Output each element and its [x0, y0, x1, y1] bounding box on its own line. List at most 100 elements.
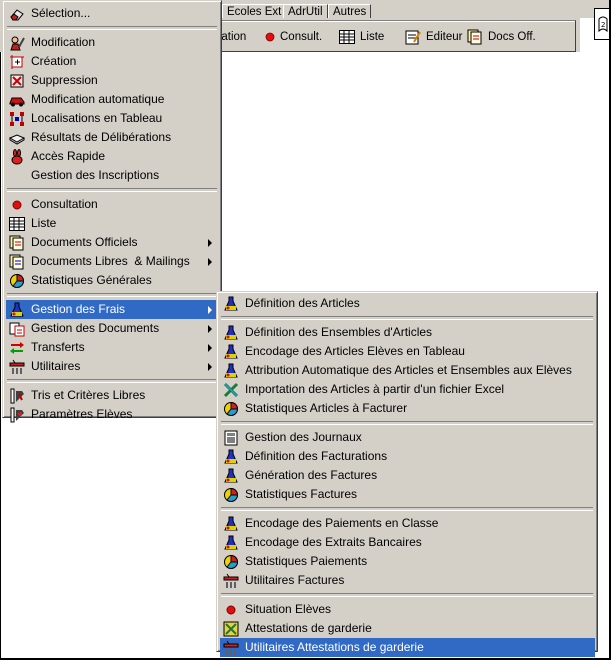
pie-chart-icon — [223, 554, 239, 570]
menu-item-label: Consultation — [31, 197, 98, 211]
menu-item-label: Documents Libres & Mailings — [31, 254, 190, 268]
submenu-item-label: Utilitaires Factures — [245, 573, 345, 587]
submenu-item-generation-factures[interactable]: Génération des Factures — [220, 466, 594, 485]
journal-icon — [223, 430, 239, 446]
menu-item-parametres-eleves[interactable]: Paramètres Elèves — [6, 405, 218, 424]
flask-icon — [223, 449, 239, 465]
menu-item-utilitaires[interactable]: Utilitaires — [6, 357, 218, 376]
transfer-arrows-icon — [9, 340, 25, 356]
menu-item-label: Transferts — [31, 340, 85, 354]
docs-off-button-label: Docs Off. — [488, 31, 536, 43]
submenu-item-situation-eleves[interactable]: Situation Elèves — [220, 600, 594, 619]
submenu-item-label: Gestion des Journaux — [245, 430, 362, 444]
menu-item-consultation[interactable]: Consultation — [6, 195, 218, 214]
flask-icon — [223, 535, 239, 551]
menu-item-localisations-tableau[interactable]: Localisations en Tableau — [6, 109, 218, 128]
submenu-item-definition-ensembles[interactable]: Définition des Ensembles d'Articles — [220, 323, 594, 342]
menu-item-label: Gestion des Inscriptions — [31, 168, 160, 182]
menu-item-label: Localisations en Tableau — [31, 111, 163, 125]
doc-manage-icon — [9, 321, 25, 337]
sort-icon — [9, 388, 25, 404]
tab-adrutil[interactable]: AdrUtil — [283, 4, 328, 19]
submenu-item-encodage-articles-tableau[interactable]: Encodage des Articles Elèves en Tableau — [220, 342, 594, 361]
rabbit-icon — [9, 149, 25, 165]
screen: Ecoles Ext AdrUtil Autres éation Consult… — [0, 0, 611, 660]
submenu-item-label: Génération des Factures — [245, 468, 378, 482]
flask-icon — [223, 468, 239, 484]
submenu-item-label: Attribution Automatique des Articles et … — [245, 363, 572, 377]
submenu-item-encodage-extraits-bancaires[interactable]: Encodage des Extraits Bancaires — [220, 533, 594, 552]
menu-item-label: Utilitaires — [31, 359, 81, 373]
menu-separator — [221, 593, 593, 597]
submenu-item-importation-excel[interactable]: Importation des Articles à partir d'un f… — [220, 380, 594, 399]
menu-item-acces-rapide[interactable]: Accès Rapide — [6, 147, 218, 166]
submenu-arrow-icon — [208, 239, 212, 247]
submenu-item-gestion-journaux[interactable]: Gestion des Journaux — [220, 428, 594, 447]
submenu-item-definition-facturations[interactable]: Définition des Facturations — [220, 447, 594, 466]
consult-button-label: Consult. — [280, 31, 323, 43]
menu-item-label: Documents Officiels — [31, 235, 138, 249]
docs-off-button[interactable]: Docs Off. — [467, 29, 536, 45]
consult-button[interactable]: Consult. — [265, 29, 322, 45]
menu-separator — [221, 421, 593, 425]
tools-icon — [9, 359, 25, 375]
submenu-arrow-icon — [208, 306, 212, 314]
submenu-item-statistiques-factures[interactable]: Statistiques Factures — [220, 485, 594, 504]
menu-item-modification[interactable]: Modification — [6, 33, 218, 52]
submenu-item-encodage-paiements-classe[interactable]: Encodage des Paiements en Classe — [220, 514, 594, 533]
menu-item-creation[interactable]: Création — [6, 52, 218, 71]
menu-item-gestion-frais[interactable]: Gestion des Frais — [6, 300, 218, 319]
menu-item-liste[interactable]: Liste — [6, 214, 218, 233]
menu-item-label: Tris et Critères Libres — [31, 388, 146, 402]
editeur-button[interactable]: Editeur — [405, 29, 462, 45]
documents-icon — [9, 235, 25, 251]
submenu-item-label: Utilitaires Attestations de garderie — [245, 640, 424, 654]
editor-icon — [405, 29, 421, 45]
submenu-item-utilitaires-attestations-garderie[interactable]: Utilitaires Attestations de garderie — [220, 638, 595, 657]
menu-item-modification-automatique[interactable]: Modification automatique — [6, 90, 218, 109]
red-dot-icon — [265, 32, 275, 42]
toolbar-panel: éation Consult. Liste Editeur Docs Off. — [214, 20, 576, 52]
tab-ecoles-ext[interactable]: Ecoles Ext — [222, 4, 287, 19]
submenu-item-utilitaires-factures[interactable]: Utilitaires Factures — [220, 571, 594, 590]
submenu-item-label: Définition des Facturations — [245, 449, 388, 463]
menu-item-gestion-documents[interactable]: Gestion des Documents — [6, 319, 218, 338]
submenu-item-statistiques-articles[interactable]: Statistiques Articles à Facturer — [220, 399, 594, 418]
menu-item-selection[interactable]: Sélection... — [6, 4, 218, 23]
submenu-item-label: Importation des Articles à partir d'un f… — [245, 382, 505, 396]
menu-item-label: Modification automatique — [31, 92, 165, 106]
flask-icon — [223, 325, 239, 341]
liste-button[interactable]: Liste — [339, 29, 384, 45]
submenu-arrow-icon — [208, 325, 212, 333]
menu-item-resultats-deliberations[interactable]: Résultats de Délibérations — [6, 128, 218, 147]
menu-item-transferts[interactable]: Transferts — [6, 338, 218, 357]
list-icon — [9, 216, 25, 232]
menu-item-documents-officiels[interactable]: Documents Officiels — [6, 233, 218, 252]
menu-item-label: Sélection... — [31, 6, 91, 20]
create-icon — [9, 54, 25, 70]
menu-item-statistiques-generales[interactable]: Statistiques Générales — [6, 271, 218, 290]
submenu-item-statistiques-paiements[interactable]: Statistiques Paiements — [220, 552, 594, 571]
menu-item-documents-libres-mailings[interactable]: Documents Libres & Mailings — [6, 252, 218, 271]
submenu-arrow-icon — [208, 363, 212, 371]
submenu-item-attribution-automatique[interactable]: Attribution Automatique des Articles et … — [220, 361, 594, 380]
documents-icon — [9, 254, 25, 270]
menu-item-label: Gestion des Frais — [31, 302, 126, 316]
submenu-item-attestations-garderie[interactable]: Attestations de garderie — [220, 619, 594, 638]
menu-item-tris-criteres-libres[interactable]: Tris et Critères Libres — [6, 386, 218, 405]
book-icon — [9, 130, 25, 146]
submenu-item-label: Statistiques Articles à Facturer — [245, 401, 408, 415]
menu-separator — [7, 188, 217, 192]
submenu-item-label: Attestations de garderie — [245, 621, 372, 635]
svg-text:2: 2 — [601, 21, 605, 29]
submenu-item-definition-articles[interactable]: Définition des Articles — [220, 294, 594, 313]
submenu-item-label: Statistiques Factures — [245, 487, 358, 501]
submenu-item-label: Définition des Articles — [245, 296, 360, 310]
tab-autres[interactable]: Autres — [328, 4, 372, 19]
menu-item-suppression[interactable]: Suppression — [6, 71, 218, 90]
red-dot-icon — [9, 197, 25, 213]
menu-item-gestion-inscriptions[interactable]: Gestion des Inscriptions — [6, 166, 218, 185]
menu-item-label: Modification — [31, 35, 96, 49]
modify-icon — [9, 35, 25, 51]
menu-separator — [7, 293, 217, 297]
